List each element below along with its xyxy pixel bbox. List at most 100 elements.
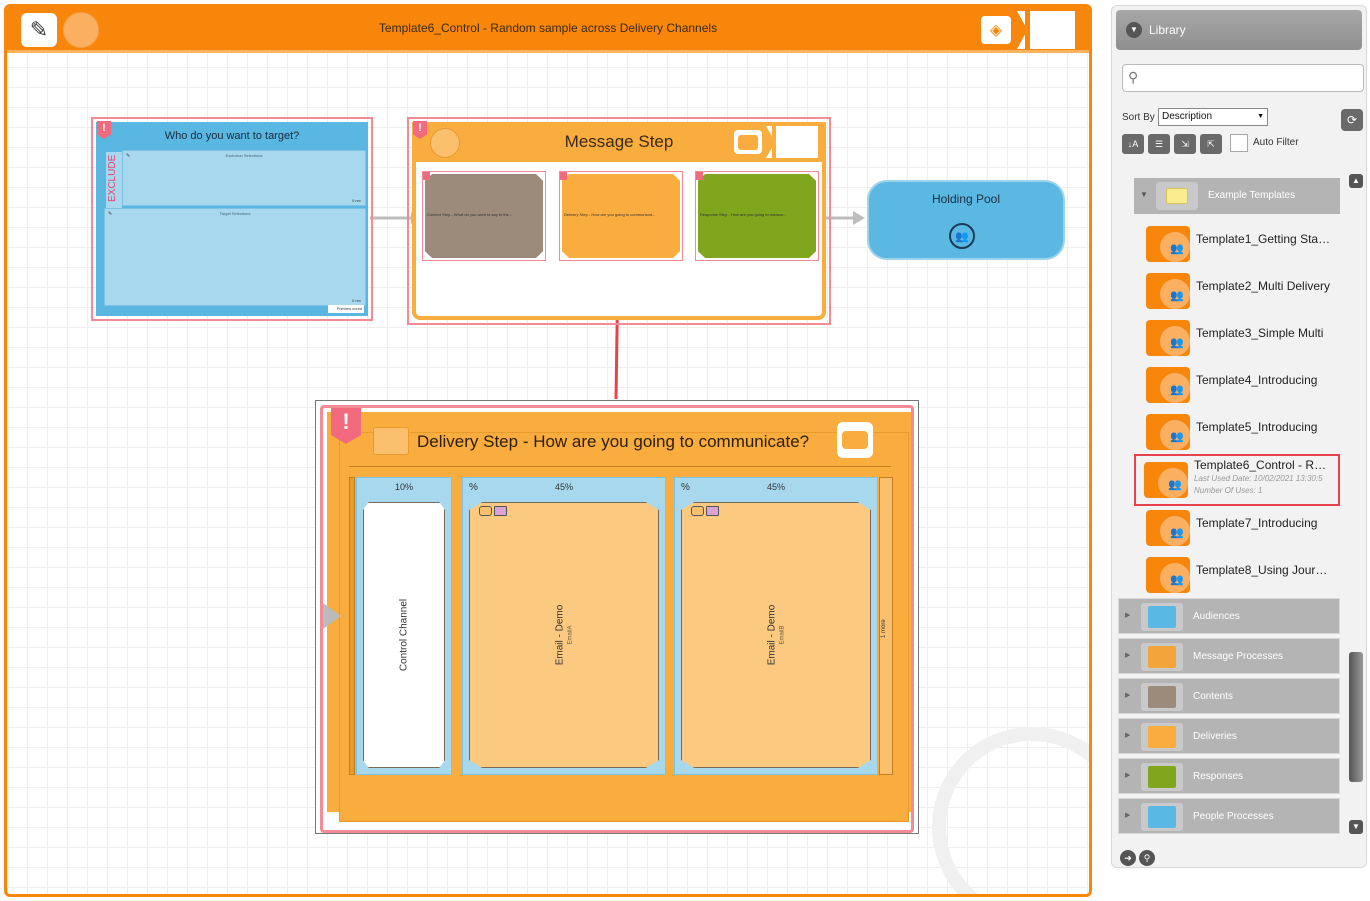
channel-email-b[interactable]: % 45% Email - Demo EmailB bbox=[674, 477, 878, 775]
chevron-right-icon[interactable]: ▶ bbox=[1125, 811, 1130, 819]
template-icon: 👥 bbox=[1146, 320, 1190, 356]
chevron-down-icon: ▼ bbox=[1257, 113, 1264, 120]
library-search-input[interactable] bbox=[1122, 64, 1364, 92]
target-selections-panel[interactable]: ✎ Target Selections 0 rec bbox=[104, 208, 366, 306]
template-uses: Number Of Uses: 1 bbox=[1194, 486, 1263, 495]
message-step[interactable]: Message Step ! Content Step - What do yo… bbox=[407, 117, 831, 325]
list-view-icon[interactable]: ☰ bbox=[1148, 134, 1170, 154]
content-chips bbox=[691, 506, 719, 516]
library-header[interactable]: ▼ Library bbox=[1116, 10, 1362, 50]
content-chip-icon[interactable] bbox=[494, 506, 507, 516]
channel-card[interactable]: Email - Demo EmailA bbox=[469, 502, 659, 768]
channel-sub-label: EmailB bbox=[779, 625, 786, 645]
folder-label: Example Templates bbox=[1208, 190, 1296, 201]
target-count: 0 rec bbox=[352, 298, 361, 303]
search-icon: ⚲ bbox=[1128, 69, 1139, 85]
category-icon bbox=[1141, 723, 1183, 751]
scroll-up-icon[interactable]: ▲ bbox=[1349, 174, 1363, 188]
library-scrollbar[interactable]: ▲ ▼ bbox=[1348, 174, 1364, 834]
arrow-right-icon[interactable]: ➜ bbox=[1120, 850, 1136, 866]
template-icon: 👥 bbox=[1146, 226, 1190, 262]
canvas-title: Template6_Control - Random sample across… bbox=[378, 21, 718, 35]
canvas-header: ✎ Template6_Control - Random sample acro… bbox=[7, 7, 1089, 53]
template-last-used: Last Used Date: 10/02/2021 13:30:5 bbox=[1194, 474, 1323, 483]
channel-label: Control Channel bbox=[398, 598, 410, 672]
channel-email-a[interactable]: % 45% Email - Demo EmailA bbox=[462, 477, 666, 775]
exclude-tab[interactable]: EXCLUDE bbox=[106, 152, 122, 208]
warning-icon[interactable] bbox=[560, 172, 567, 180]
content-chip-icon[interactable] bbox=[479, 506, 492, 516]
template-item-6-selected[interactable]: 👥 Template6_Control - Random Last Used D… bbox=[1134, 454, 1340, 506]
template-name: Template3_Simple Multi bbox=[1196, 326, 1324, 340]
template-item-8[interactable]: 👥 Template8_Using Journey bbox=[1138, 555, 1338, 595]
more-channels-strip[interactable]: 1 more bbox=[879, 477, 893, 775]
template-item-4[interactable]: 👥 Template4_Introducing bbox=[1138, 365, 1338, 405]
target-step[interactable]: Who do you want to target? EXCLUDE ✎ Exc… bbox=[91, 117, 373, 321]
category-contents[interactable]: ▶ Contents bbox=[1118, 678, 1340, 714]
channel-card[interactable]: Control Channel bbox=[363, 502, 445, 768]
sort-by-select[interactable]: Description ▼ bbox=[1158, 108, 1268, 126]
sort-by-value: Description bbox=[1162, 111, 1213, 122]
category-people-processes[interactable]: ▶ People Processes bbox=[1118, 798, 1340, 834]
message-step-title: Message Step bbox=[564, 132, 674, 151]
preview-count-button[interactable]: Preview count bbox=[328, 305, 364, 313]
library-tree: ▼ Example Templates 👥 Template1_Getting … bbox=[1118, 174, 1346, 834]
content-chip-icon[interactable] bbox=[706, 506, 719, 516]
holding-pool[interactable]: Holding Pool 👥 bbox=[867, 180, 1065, 260]
delivery-step-title: Delivery Step - How are you going to com… bbox=[417, 432, 810, 451]
response-step-card[interactable]: Response Step - How are you going to mea… bbox=[695, 171, 819, 261]
template-item-2[interactable]: 👥 Template2_Multi Delivery bbox=[1138, 271, 1338, 311]
warning-icon[interactable] bbox=[696, 172, 703, 180]
channel-card[interactable]: Email - Demo EmailB bbox=[681, 502, 871, 768]
channel-label: Email - Demo EmailA bbox=[554, 604, 574, 666]
content-chips bbox=[479, 506, 507, 516]
category-icon bbox=[1141, 683, 1183, 711]
template-item-3[interactable]: 👥 Template3_Simple Multi bbox=[1138, 318, 1338, 358]
delivery-step-label: Delivery Step - How are you going to com… bbox=[564, 212, 656, 217]
scroll-down-icon[interactable]: ▼ bbox=[1349, 820, 1363, 834]
folder-example-templates[interactable]: ▼ Example Templates bbox=[1134, 178, 1340, 214]
chevron-right-icon[interactable]: ▶ bbox=[1125, 651, 1130, 659]
chevron-right-icon[interactable]: ▶ bbox=[1125, 771, 1130, 779]
expand-icon[interactable]: ⇲ bbox=[1174, 134, 1196, 154]
category-deliveries[interactable]: ▶ Deliveries bbox=[1118, 718, 1340, 754]
response-step-label: Response Step - How are you going to mea… bbox=[700, 212, 787, 217]
template-item-7[interactable]: 👥 Template7_Introducing bbox=[1138, 508, 1338, 548]
exclusion-selections-panel[interactable]: ✎ Exclusion Selections 0 rec bbox=[122, 150, 366, 206]
delivery-icon[interactable] bbox=[837, 422, 873, 458]
collapse-all-icon[interactable]: ⇱ bbox=[1200, 134, 1222, 154]
channel-control[interactable]: 10% Control Channel bbox=[356, 477, 452, 775]
template-item-1[interactable]: 👥 Template1_Getting Started bbox=[1138, 224, 1338, 264]
target-step-body: Who do you want to target? EXCLUDE ✎ Exc… bbox=[96, 122, 368, 316]
tag-icon[interactable]: ◈ bbox=[981, 16, 1011, 44]
template-item-5[interactable]: 👥 Template5_Introducing bbox=[1138, 412, 1338, 452]
delivery-step-frame: Delivery Step - How are you going to com… bbox=[320, 405, 914, 833]
sort-az-icon[interactable]: ↓A bbox=[1122, 134, 1144, 154]
category-message-processes[interactable]: ▶ Message Processes bbox=[1118, 638, 1340, 674]
channel-label: Email - Demo EmailB bbox=[766, 604, 786, 666]
auto-filter-checkbox[interactable] bbox=[1230, 134, 1248, 152]
message-delivery-icon[interactable] bbox=[734, 130, 762, 154]
collapse-icon[interactable]: ▼ bbox=[1126, 22, 1142, 38]
chevron-right-icon[interactable]: ▶ bbox=[1125, 611, 1130, 619]
category-icon bbox=[1141, 643, 1183, 671]
scroll-thumb[interactable] bbox=[1349, 652, 1363, 782]
journey-canvas[interactable]: ✎ Template6_Control - Random sample acro… bbox=[4, 4, 1092, 897]
chevron-right-icon[interactable]: ▶ bbox=[1125, 691, 1130, 699]
chevron-right-icon[interactable]: ▶ bbox=[1125, 731, 1130, 739]
left-strip bbox=[349, 477, 355, 775]
auto-filter-label: Auto Filter bbox=[1253, 137, 1299, 148]
folder-icon bbox=[1156, 182, 1198, 210]
content-chip-icon[interactable] bbox=[691, 506, 704, 516]
template-name: Template2_Multi Delivery bbox=[1196, 279, 1331, 293]
category-responses[interactable]: ▶ Responses bbox=[1118, 758, 1340, 794]
holding-pool-title: Holding Pool bbox=[931, 192, 1001, 206]
warning-icon[interactable] bbox=[423, 172, 430, 180]
refresh-icon[interactable]: ⟳ bbox=[1341, 109, 1363, 131]
content-step-card[interactable]: Content Step - What do you want to say t… bbox=[422, 171, 546, 261]
chevron-down-icon[interactable]: ▼ bbox=[1140, 190, 1148, 199]
pin-icon[interactable]: ⚲ bbox=[1139, 850, 1155, 866]
delivery-step-panel[interactable]: Delivery Step - How are you going to com… bbox=[315, 400, 919, 834]
category-audiences[interactable]: ▶ Audiences bbox=[1118, 598, 1340, 634]
delivery-step-card[interactable]: Delivery Step - How are you going to com… bbox=[559, 171, 683, 261]
